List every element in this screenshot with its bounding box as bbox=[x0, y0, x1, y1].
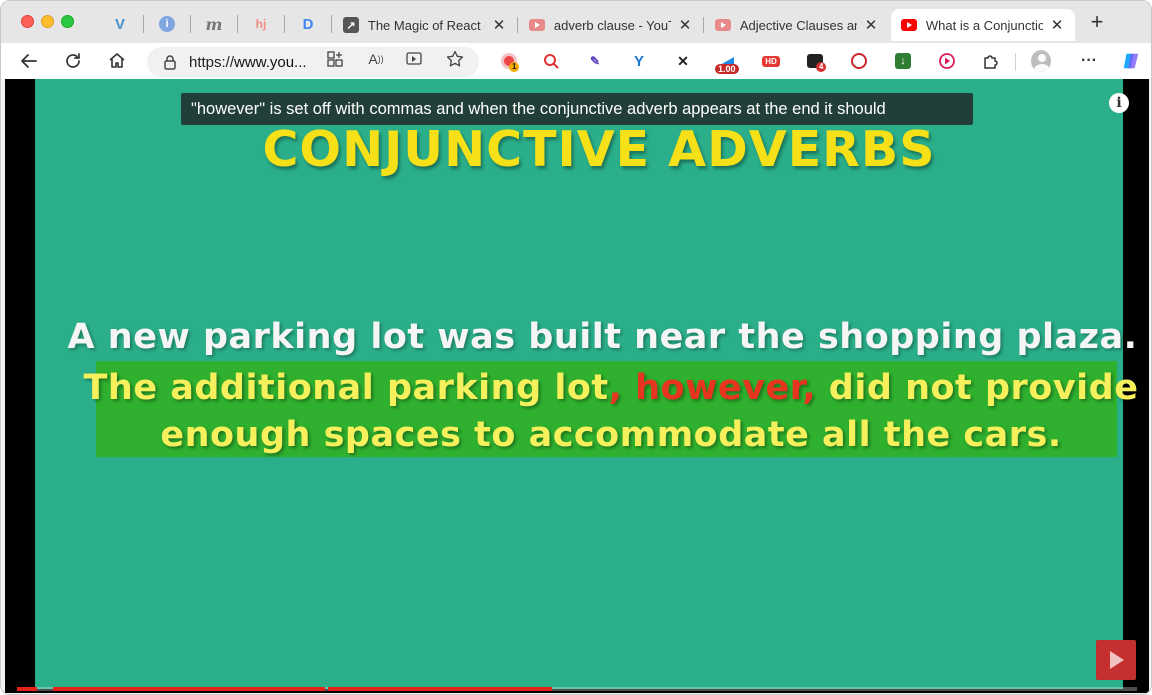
however-word: , however, bbox=[608, 368, 817, 408]
favorite-star-icon[interactable] bbox=[446, 50, 464, 68]
video-player[interactable]: CONJUNCTIVE ADVERBS A new parking lot wa… bbox=[5, 79, 1149, 693]
more-menu-button[interactable]: ··· bbox=[1079, 51, 1099, 71]
search-extension-icon[interactable] bbox=[541, 51, 561, 71]
profile-avatar[interactable] bbox=[1031, 50, 1051, 72]
slide-heading: CONJUNCTIVE ADVERBS bbox=[262, 121, 936, 178]
home-button[interactable] bbox=[105, 49, 129, 73]
extension-badge: 1 bbox=[509, 62, 520, 72]
dark-mode-extension-icon[interactable]: 4 bbox=[805, 51, 827, 72]
tab-title: The Magic of React - bbox=[367, 17, 486, 33]
new-tab-button[interactable]: + bbox=[1086, 11, 1108, 34]
d-icon: D bbox=[302, 15, 314, 33]
download-extension-icon[interactable]: ↓ bbox=[893, 51, 913, 71]
youtube-icon bbox=[715, 19, 731, 31]
playback-speed-extension-icon[interactable]: 1.00 bbox=[715, 51, 739, 74]
vimeo-icon: V bbox=[114, 15, 125, 33]
browser-window: V i m hj D ↗ The Magic of React - ✕ adve… bbox=[0, 0, 1152, 695]
progress-chapter bbox=[53, 687, 325, 691]
hd-label: HD bbox=[762, 55, 780, 67]
url-host: www.you... bbox=[234, 53, 307, 71]
address-bar[interactable]: https://www.you... bbox=[147, 47, 479, 77]
medium-icon: m bbox=[205, 14, 223, 34]
back-arrow-icon bbox=[21, 54, 37, 68]
home-icon bbox=[109, 53, 125, 68]
extension-badge: 4 bbox=[816, 62, 827, 72]
url-scheme: https:// bbox=[189, 53, 235, 71]
tab-title: What is a Conjunction bbox=[925, 17, 1044, 33]
pinned-tab-vimeo[interactable]: V bbox=[105, 11, 135, 37]
lock-icon bbox=[164, 55, 176, 70]
tab-strip: V i m hj D ↗ The Magic of React - ✕ adve… bbox=[1, 1, 1151, 43]
sentence-one: A new parking lot was built near the sho… bbox=[67, 317, 1138, 357]
maximize-window-button[interactable] bbox=[61, 15, 74, 28]
sentence-two-part-b: did not provide bbox=[816, 368, 1139, 408]
tab-separator bbox=[190, 15, 191, 33]
tab-separator bbox=[284, 15, 285, 33]
copilot-icon[interactable] bbox=[1121, 51, 1141, 71]
sentence-two-part-a: The additional parking lot bbox=[83, 368, 609, 408]
extensions-puzzle-icon[interactable] bbox=[981, 51, 1001, 71]
info-icon[interactable]: i bbox=[1109, 93, 1129, 113]
video-frame[interactable]: CONJUNCTIVE ADVERBS A new parking lot wa… bbox=[35, 79, 1138, 689]
speed-badge: 1.00 bbox=[715, 64, 739, 74]
tab-separator bbox=[517, 17, 518, 33]
pinned-tab-medium[interactable]: m bbox=[199, 11, 229, 37]
url-text: https://www.you... bbox=[189, 54, 307, 71]
youtube-icon bbox=[529, 19, 545, 31]
close-tab-icon[interactable]: ✕ bbox=[1049, 16, 1065, 34]
youtube-icon bbox=[901, 19, 917, 31]
tab-adjective-clauses[interactable]: Adjective Clauses and ✕ bbox=[705, 9, 889, 41]
read-aloud-icon[interactable]: A)) bbox=[367, 50, 385, 68]
minimize-window-button[interactable] bbox=[41, 15, 54, 28]
tab-separator bbox=[143, 15, 144, 33]
back-button[interactable] bbox=[17, 49, 41, 73]
progress-bar[interactable] bbox=[17, 687, 1137, 691]
sentence-two-line-two: enough spaces to accommodate all the car… bbox=[160, 415, 1062, 455]
pinned-tab-d[interactable]: D bbox=[293, 11, 323, 37]
pinned-tab-hotjar[interactable]: hj bbox=[246, 11, 276, 37]
tab-separator bbox=[237, 15, 238, 33]
closed-caption: "however" is set off with commas and whe… bbox=[181, 93, 973, 125]
close-tab-icon[interactable]: ✕ bbox=[677, 16, 693, 34]
reload-icon bbox=[66, 53, 80, 68]
tab-title: adverb clause - YouTube bbox=[553, 17, 671, 33]
immersive-reader-icon[interactable] bbox=[405, 50, 423, 68]
shuffle-extension-icon[interactable]: ✕ bbox=[673, 51, 693, 71]
tab-magic-of-react[interactable]: ↗ The Magic of React - ✕ bbox=[333, 9, 517, 41]
youtube-play-button[interactable] bbox=[1096, 640, 1136, 680]
tab-separator bbox=[703, 17, 704, 33]
apps-icon[interactable] bbox=[326, 50, 344, 68]
tab-what-is-a-conjunction[interactable]: What is a Conjunction ✕ bbox=[891, 9, 1075, 41]
screen-recorder-extension-icon[interactable]: 1 bbox=[499, 51, 520, 72]
video-extension-icon[interactable] bbox=[849, 51, 869, 71]
tab-adverb-clause[interactable]: adverb clause - YouTube ✕ bbox=[519, 9, 703, 41]
progress-chapter bbox=[17, 687, 37, 691]
sentence-two: The additional parking lot, however, did… bbox=[35, 365, 1151, 459]
hotjar-icon: hj bbox=[255, 17, 267, 31]
close-tab-icon[interactable]: ✕ bbox=[863, 16, 879, 34]
close-window-button[interactable] bbox=[21, 15, 34, 28]
info-icon: i bbox=[159, 16, 175, 32]
v-extension-icon[interactable]: Y bbox=[629, 51, 649, 71]
tab-title: Adjective Clauses and bbox=[739, 17, 858, 33]
youtube-extension-icon[interactable] bbox=[937, 51, 957, 71]
toolbar: https://www.you... A)) 1 ✎ Y ✕ 1.00 HD 4… bbox=[1, 43, 1151, 79]
hd-extension-icon[interactable]: HD bbox=[761, 51, 781, 71]
link-arrow-icon: ↗ bbox=[343, 17, 359, 33]
toolbar-separator bbox=[1015, 53, 1016, 71]
close-tab-icon[interactable]: ✕ bbox=[491, 16, 507, 34]
pinned-tab-info[interactable]: i bbox=[152, 11, 182, 37]
reload-button[interactable] bbox=[61, 49, 85, 73]
progress-chapter bbox=[328, 687, 552, 691]
tab-separator bbox=[331, 15, 332, 33]
pen-extension-icon[interactable]: ✎ bbox=[585, 51, 605, 71]
